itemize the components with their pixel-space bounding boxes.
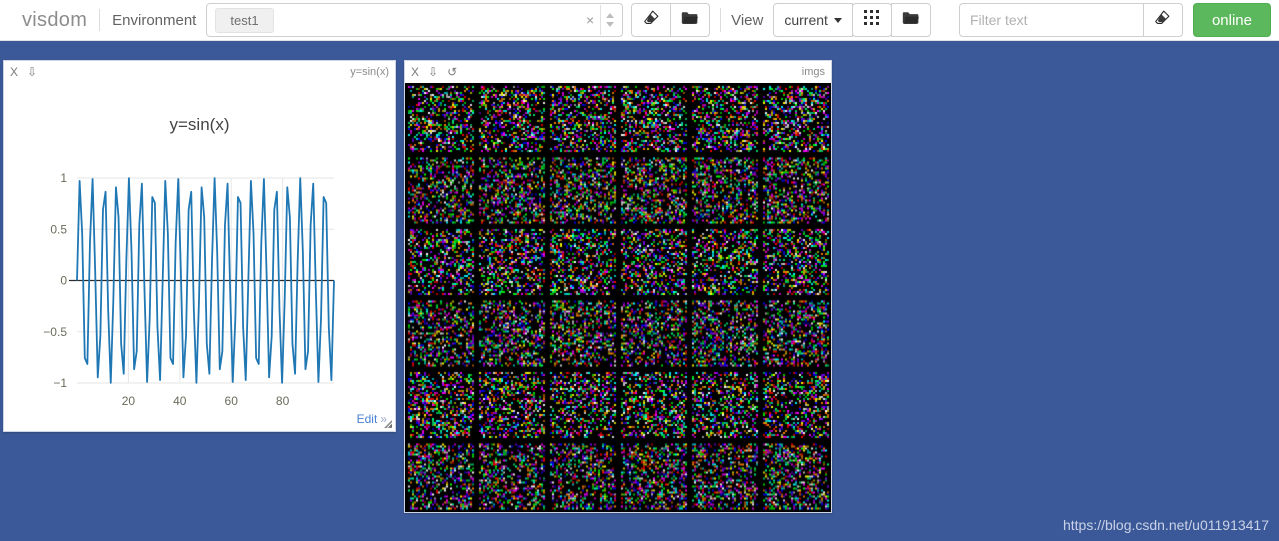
chevron-down-icon[interactable] bbox=[606, 22, 614, 27]
resize-handle[interactable] bbox=[382, 418, 393, 429]
view-grid-button[interactable] bbox=[852, 3, 892, 37]
image-panel-titlebar: X ⇩ ↺ imgs bbox=[405, 61, 831, 83]
app-brand: visdom bbox=[8, 9, 99, 32]
toolbar-divider bbox=[720, 8, 721, 32]
download-icon[interactable]: ⇩ bbox=[428, 66, 438, 78]
connection-status-label: online bbox=[1212, 12, 1252, 29]
plot-panel[interactable]: X ⇩ y=sin(x) y=sin(x) −1 −0.5 0 0.5 1 20 40 60 8… bbox=[3, 60, 396, 432]
download-icon[interactable]: ⇩ bbox=[27, 66, 37, 78]
top-navbar: visdom Environment test1 × View current … bbox=[0, 0, 1279, 41]
clear-filter-button[interactable] bbox=[1143, 3, 1183, 37]
chevron-up-icon[interactable] bbox=[606, 13, 614, 18]
view-folder-button[interactable] bbox=[891, 3, 931, 37]
close-icon[interactable]: X bbox=[411, 66, 419, 78]
svg-text:20: 20 bbox=[122, 394, 136, 408]
environment-label: Environment bbox=[112, 12, 196, 29]
image-panel[interactable]: X ⇩ ↺ imgs bbox=[404, 60, 832, 513]
clear-environment-button[interactable] bbox=[631, 3, 671, 37]
eraser-icon bbox=[1154, 9, 1171, 31]
svg-text:80: 80 bbox=[276, 394, 290, 408]
view-label: View bbox=[731, 12, 763, 29]
image-grid[interactable] bbox=[405, 83, 831, 512]
filter-input[interactable] bbox=[959, 3, 1143, 37]
plot-body: y=sin(x) −1 −0.5 0 0.5 1 20 40 60 80 bbox=[4, 83, 395, 409]
edit-label: Edit bbox=[357, 412, 378, 426]
folder-icon bbox=[681, 10, 699, 31]
reset-icon[interactable]: ↺ bbox=[447, 66, 457, 78]
image-panel-title: imgs bbox=[802, 66, 825, 78]
caret-down-icon bbox=[834, 18, 842, 23]
svg-text:−0.5: −0.5 bbox=[43, 325, 67, 339]
svg-text:1: 1 bbox=[60, 171, 67, 185]
environment-select[interactable]: test1 × bbox=[206, 3, 623, 37]
plot-panel-titlebar: X ⇩ y=sin(x) bbox=[4, 61, 395, 83]
svg-text:40: 40 bbox=[173, 394, 187, 408]
save-environment-button[interactable] bbox=[670, 3, 710, 37]
close-icon[interactable]: X bbox=[10, 66, 18, 78]
svg-text:0.5: 0.5 bbox=[50, 222, 67, 236]
grid-icon bbox=[864, 10, 879, 30]
environment-stepper[interactable] bbox=[600, 5, 618, 35]
watermark: https://blog.csdn.net/u011913417 bbox=[1063, 517, 1269, 533]
eraser-icon bbox=[643, 9, 660, 31]
connection-status-button[interactable]: online bbox=[1193, 3, 1271, 37]
folder-icon bbox=[902, 10, 920, 31]
sine-chart[interactable]: −1 −0.5 0 0.5 1 20 40 60 80 bbox=[4, 83, 395, 409]
environment-chip[interactable]: test1 bbox=[215, 8, 273, 33]
svg-text:60: 60 bbox=[225, 394, 239, 408]
view-dropdown[interactable]: current bbox=[773, 3, 853, 37]
image-grid-canvas[interactable] bbox=[405, 83, 831, 512]
brand-divider bbox=[99, 9, 100, 31]
plot-panel-title: y=sin(x) bbox=[350, 66, 389, 78]
svg-text:−1: −1 bbox=[53, 376, 67, 390]
svg-text:0: 0 bbox=[60, 274, 67, 288]
view-dropdown-value: current bbox=[784, 12, 828, 28]
environment-clear-icon[interactable]: × bbox=[580, 12, 600, 28]
